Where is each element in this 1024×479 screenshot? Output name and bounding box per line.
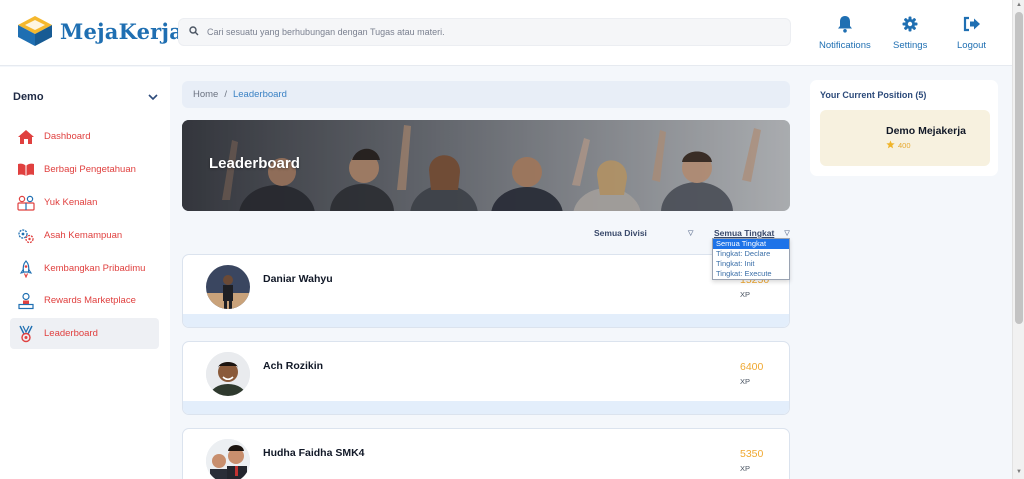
leaderboard-card[interactable]: Ach Rozikin 6400 XP bbox=[182, 341, 790, 415]
search-icon bbox=[189, 23, 199, 41]
banner-title: Leaderboard bbox=[209, 155, 300, 172]
leaderboard-xp: 5350 bbox=[740, 448, 764, 460]
avatar bbox=[206, 265, 250, 309]
medal-icon bbox=[16, 325, 36, 343]
breadcrumb-home[interactable]: Home bbox=[193, 89, 218, 100]
breadcrumb-current: Leaderboard bbox=[232, 89, 287, 100]
notifications-label: Notifications bbox=[819, 40, 871, 51]
settings-button[interactable]: Settings bbox=[893, 14, 927, 51]
breadcrumb-separator: / bbox=[224, 89, 227, 100]
sidebar-item-label: Kembangkan Pribadimu bbox=[44, 263, 146, 274]
sidebar-item-label: Berbagi Pengetahuan bbox=[44, 164, 136, 175]
sidebar-item-kembangkan-pribadimu[interactable]: Kembangkan Pribadimu bbox=[10, 253, 159, 284]
logout-button[interactable]: Logout bbox=[957, 14, 986, 51]
scroll-thumb[interactable] bbox=[1015, 12, 1023, 324]
sidebar-item-asah-kemampuan[interactable]: Asah Kemampuan bbox=[10, 220, 159, 251]
current-position-xp-value: 400 bbox=[898, 141, 911, 150]
logout-icon bbox=[963, 14, 981, 34]
leaderboard-banner: Leaderboard bbox=[182, 120, 790, 211]
search-input[interactable] bbox=[207, 27, 767, 37]
division-filter-select[interactable]: Semua Divisi ▽ bbox=[594, 228, 693, 238]
leaderboard-name: Daniar Wahyu bbox=[263, 273, 333, 285]
leaderboard-name: Hudha Faidha SMK4 bbox=[263, 447, 365, 459]
scroll-down-icon[interactable]: ▼ bbox=[1015, 469, 1023, 475]
card-footer bbox=[183, 401, 789, 414]
sidebar-item-rewards-marketplace[interactable]: Rewards Marketplace bbox=[10, 285, 159, 316]
search-bar[interactable] bbox=[178, 18, 791, 46]
brand-name: MejaKerja bbox=[60, 18, 184, 44]
current-position-name: Demo Mejakerja bbox=[886, 125, 966, 137]
dropdown-option[interactable]: Tingkat: Declare bbox=[713, 249, 789, 259]
sidebar: Demo Dashboard Berbagi Pengetahuan Yuk K… bbox=[0, 67, 170, 479]
breadcrumb: Home / Leaderboard bbox=[182, 81, 790, 108]
chevron-down-icon: ▽ bbox=[688, 230, 694, 237]
current-position-panel: Your Current Position (5) Demo Mejakerja… bbox=[810, 80, 998, 176]
gears-icon bbox=[16, 227, 36, 245]
sidebar-item-leaderboard[interactable]: Leaderboard bbox=[10, 318, 159, 349]
sidebar-item-berbagi-pengetahuan[interactable]: Berbagi Pengetahuan bbox=[10, 154, 159, 185]
sidebar-item-label: Rewards Marketplace bbox=[44, 295, 136, 306]
book-icon bbox=[16, 161, 36, 179]
xp-unit: XP bbox=[740, 377, 751, 386]
page-scrollbar[interactable]: ▲ ▼ bbox=[1012, 0, 1024, 479]
sidebar-item-label: Yuk Kenalan bbox=[44, 197, 98, 208]
top-bar: MejaKerja Notifications Set bbox=[0, 0, 1012, 66]
leaderboard-card[interactable]: Daniar Wahyu 15250 XP bbox=[182, 254, 790, 328]
level-filter-select[interactable]: Semua Tingkat ▽ bbox=[714, 228, 790, 238]
notifications-button[interactable]: Notifications bbox=[819, 14, 871, 51]
current-position-xp: 400 bbox=[886, 140, 911, 151]
sidebar-item-label: Asah Kemampuan bbox=[44, 230, 123, 241]
sidebar-item-label: Leaderboard bbox=[44, 328, 98, 339]
leaderboard-card[interactable]: Hudha Faidha SMK4 5350 XP bbox=[182, 428, 790, 479]
division-filter-label: Semua Divisi bbox=[594, 228, 647, 238]
leaderboard-name: Ach Rozikin bbox=[263, 360, 324, 372]
logout-label: Logout bbox=[957, 40, 987, 51]
brand-logo[interactable]: MejaKerja bbox=[16, 14, 183, 48]
bell-icon bbox=[837, 14, 853, 34]
xp-unit: XP bbox=[740, 290, 751, 299]
star-icon bbox=[886, 140, 895, 151]
gear-icon bbox=[902, 14, 918, 34]
chevron-down-icon[interactable] bbox=[148, 88, 158, 106]
sidebar-title: Demo bbox=[13, 91, 44, 103]
sidebar-item-label: Dashboard bbox=[44, 131, 91, 142]
scroll-up-icon[interactable]: ▲ bbox=[1015, 2, 1023, 8]
chevron-down-icon: ▽ bbox=[784, 230, 790, 237]
desk-logo-icon bbox=[16, 14, 54, 48]
card-footer bbox=[183, 314, 789, 327]
sidebar-item-dashboard[interactable]: Dashboard bbox=[10, 121, 159, 152]
reward-icon bbox=[16, 292, 36, 310]
xp-unit: XP bbox=[740, 464, 751, 473]
dropdown-option[interactable]: Semua Tingkat bbox=[713, 239, 789, 249]
current-position-title: Your Current Position (5) bbox=[820, 90, 927, 100]
level-filter-dropdown[interactable]: Semua Tingkat Tingkat: Declare Tingkat: … bbox=[712, 238, 790, 280]
home-icon bbox=[16, 128, 36, 146]
sidebar-header[interactable]: Demo bbox=[13, 88, 158, 106]
people-icon bbox=[16, 194, 36, 212]
leaderboard-xp: 6400 bbox=[740, 361, 764, 373]
sidebar-item-yuk-kenalan[interactable]: Yuk Kenalan bbox=[10, 187, 159, 218]
current-position-card[interactable]: Demo Mejakerja 400 bbox=[820, 110, 990, 166]
level-filter-label: Semua Tingkat bbox=[714, 228, 775, 238]
avatar bbox=[206, 352, 250, 396]
dropdown-option[interactable]: Tingkat: Init bbox=[713, 259, 789, 269]
settings-label: Settings bbox=[893, 40, 928, 51]
dropdown-option[interactable]: Tingkat: Execute bbox=[713, 269, 789, 279]
rocket-icon bbox=[16, 259, 36, 278]
avatar bbox=[206, 439, 250, 479]
